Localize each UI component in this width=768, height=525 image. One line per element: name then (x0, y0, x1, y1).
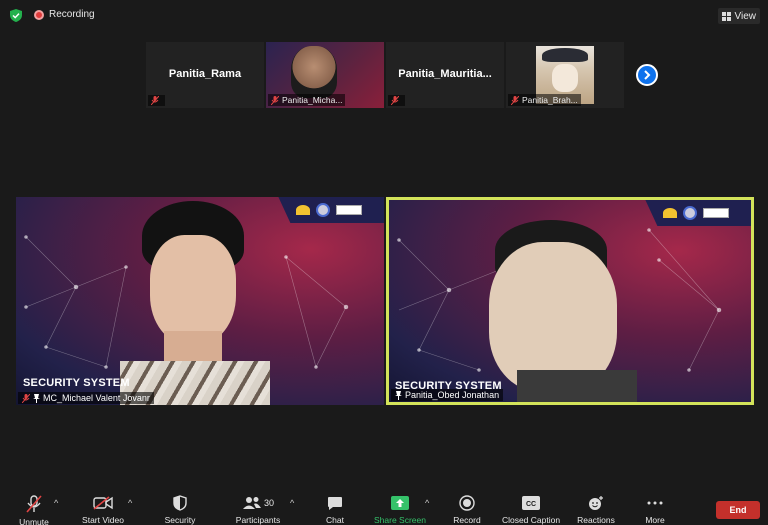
share-screen-button[interactable]: Share Screen (372, 490, 428, 525)
record-button[interactable]: Record (450, 490, 484, 525)
chevron-up-icon[interactable]: ^ (290, 498, 294, 508)
participants-button[interactable]: 30 Participants (232, 490, 284, 525)
recording-label: Recording (49, 9, 95, 20)
participant-label: Panitia_Brah... (508, 94, 581, 106)
share-screen-label: Share Screen (374, 515, 426, 525)
recording-dot-icon (34, 9, 44, 20)
mic-muted-icon (271, 95, 279, 105)
shield-icon (173, 495, 187, 511)
participant-name: Panitia_Rama (168, 68, 242, 80)
participant-person (481, 220, 637, 402)
participant-video (291, 46, 337, 98)
participant-person (120, 201, 270, 405)
start-video-label: Start Video (82, 515, 124, 525)
chevron-right-icon (644, 70, 651, 80)
chevron-up-icon[interactable]: ^ (128, 498, 132, 508)
participant-name-tag: Panitia_Obed Jonathan (391, 389, 504, 401)
more-button[interactable]: More (640, 490, 670, 525)
record-label: Record (453, 515, 481, 525)
logos (296, 203, 362, 217)
meeting-toolbar: Unmute ^ Start Video ^ Security 30 Parti… (0, 490, 768, 525)
participant-label (388, 95, 405, 106)
emblem-logo-icon (316, 203, 330, 217)
shield-check-icon[interactable] (10, 9, 22, 22)
participant-name-tag: MC_Michael Valent Jovanr (18, 392, 154, 404)
background-title: SECURITY SYSTEM (23, 377, 130, 389)
smiley-icon (589, 496, 603, 510)
video-off-icon (93, 496, 113, 510)
chevron-up-icon[interactable]: ^ (425, 498, 429, 508)
chat-icon (328, 496, 342, 510)
grid-icon (721, 11, 731, 21)
closed-caption-label: Closed Caption (501, 515, 561, 525)
security-label: Security (164, 515, 196, 525)
more-icon (647, 501, 663, 505)
unmute-label: Unmute (19, 517, 49, 525)
participant-label: Panitia_Micha... (268, 94, 346, 106)
participant-video[interactable]: SECURITY SYSTEM MC_Michael Valent Jovanr (16, 197, 384, 405)
security-button[interactable]: Security (160, 490, 200, 525)
participant-tile[interactable]: Panitia_Rama (146, 42, 264, 108)
reactions-button[interactable]: Reactions (576, 490, 616, 525)
participant-tile[interactable]: Panitia_Brah... (506, 42, 624, 108)
view-label: View (734, 10, 757, 22)
emblem-logo-icon (683, 206, 697, 220)
share-screen-icon (391, 496, 409, 510)
view-button[interactable]: View (717, 8, 760, 24)
participants-count: 30 (263, 498, 274, 508)
closed-caption-button[interactable]: CC Closed Caption (500, 490, 562, 525)
participant-tile[interactable]: Panitia_Micha... (266, 42, 384, 108)
mic-muted-icon (26, 495, 42, 513)
logos (663, 206, 729, 220)
participants-label: Participants (235, 515, 281, 525)
participant-name: Panitia_Mauritia... (398, 68, 492, 80)
mic-muted-icon (151, 96, 159, 105)
chat-label: Chat (326, 515, 344, 525)
sunrise-logo-icon (296, 205, 310, 215)
top-bar: Recording View (0, 0, 768, 30)
recording-indicator[interactable]: Recording (34, 9, 95, 20)
participant-tile[interactable]: Panitia_Mauritia... (386, 42, 504, 108)
participant-label (148, 95, 165, 106)
pin-icon (33, 393, 40, 403)
record-icon (459, 495, 475, 511)
mic-muted-icon (391, 96, 399, 105)
closed-caption-icon: CC (522, 496, 540, 510)
svg-text:CC: CC (526, 501, 536, 508)
mic-muted-icon (511, 95, 519, 105)
chat-button[interactable]: Chat (320, 490, 350, 525)
active-speaker-video[interactable]: SECURITY SYSTEM Panitia_Obed Jonathan (386, 197, 754, 405)
mic-muted-icon (22, 393, 30, 403)
start-video-button[interactable]: Start Video (78, 490, 128, 525)
unmute-button[interactable]: Unmute (14, 490, 54, 525)
flag-logo-icon (336, 205, 362, 215)
gallery-strip: Panitia_Rama Panitia_Micha... Panitia_Ma… (146, 42, 626, 108)
sunrise-logo-icon (663, 208, 677, 218)
more-label: More (645, 515, 665, 525)
flag-logo-icon (703, 208, 729, 218)
reactions-label: Reactions (577, 515, 615, 525)
next-page-button[interactable] (636, 64, 658, 86)
pin-icon (395, 390, 402, 400)
participants-icon (242, 497, 261, 509)
end-meeting-button[interactable]: End (716, 501, 760, 519)
chevron-up-icon[interactable]: ^ (54, 498, 58, 508)
